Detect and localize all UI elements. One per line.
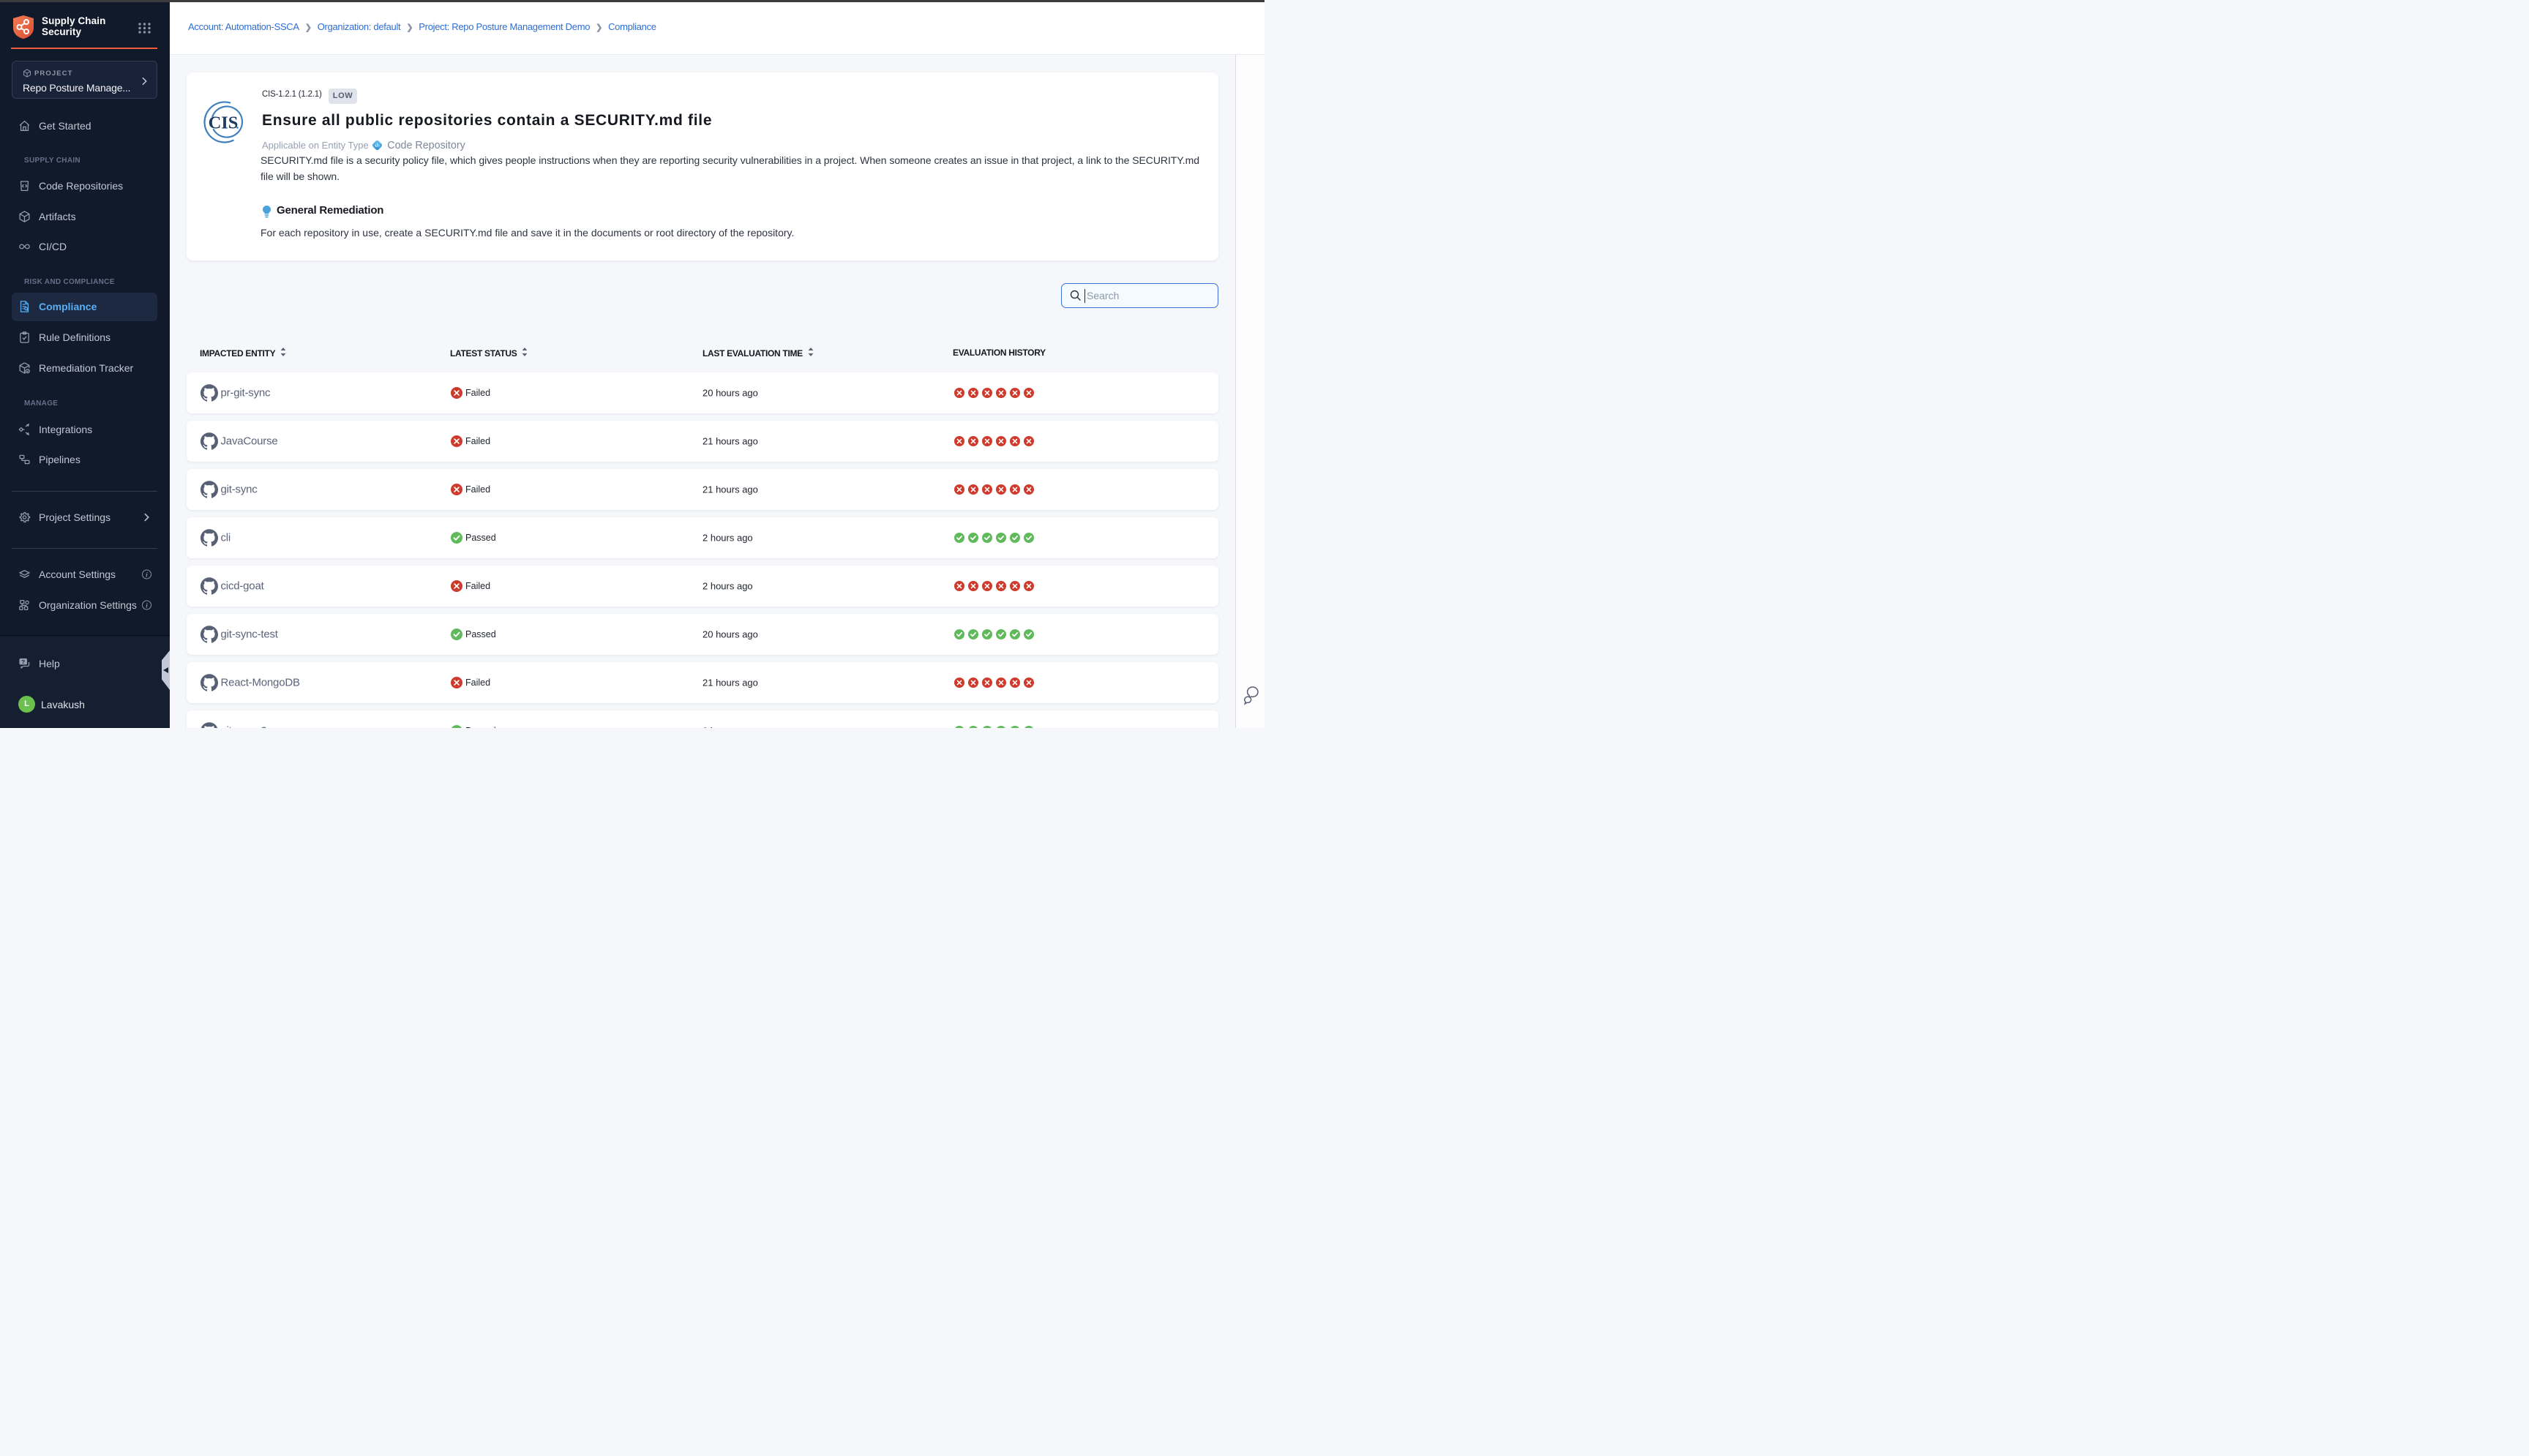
svg-text:‹/›: ‹/› — [375, 143, 380, 149]
svg-text:?: ? — [21, 658, 25, 665]
svg-text:CIS: CIS — [209, 113, 239, 133]
